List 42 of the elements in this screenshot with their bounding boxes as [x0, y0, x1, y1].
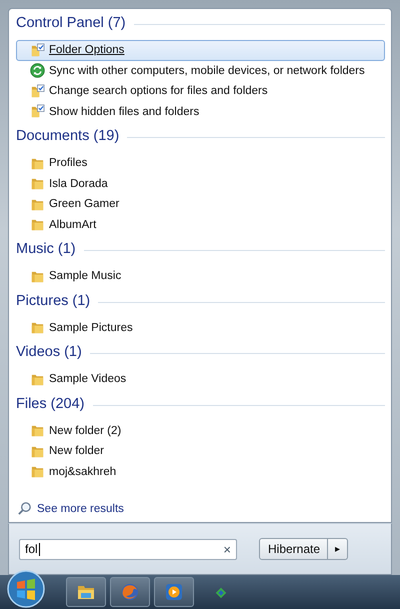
folder-options-icon	[30, 84, 45, 99]
result-item[interactable]: Change search options for files and folders	[16, 81, 385, 102]
group-heading: Control Panel (7)	[16, 14, 126, 32]
group-heading: Videos (1)	[16, 343, 82, 361]
folder-icon	[30, 423, 45, 438]
result-item[interactable]: Sample Videos	[16, 369, 385, 390]
group-heading: Pictures (1)	[16, 292, 90, 310]
taskbar-button[interactable]	[66, 577, 106, 607]
result-item[interactable]: Profiles	[16, 153, 385, 174]
result-item[interactable]: New folder	[16, 441, 385, 462]
start-button[interactable]	[6, 569, 46, 609]
network-icon	[214, 585, 228, 599]
folder-icon	[30, 464, 45, 480]
power-options-button[interactable]: ▸	[328, 538, 348, 560]
taskbar-button[interactable]	[154, 577, 194, 607]
result-item[interactable]: Green Gamer	[16, 194, 385, 214]
folder-options-icon	[30, 104, 45, 120]
group-heading: Music (1)	[16, 240, 76, 258]
folder-icon	[30, 176, 45, 192]
result-item[interactable]: Show hidden files and folders	[16, 102, 385, 122]
result-item[interactable]: Folder Options	[16, 40, 385, 60]
result-item[interactable]: Sync with other computers, mobile devices, or network folders	[16, 60, 385, 81]
taskbar-button[interactable]	[110, 577, 150, 607]
result-item[interactable]: moj&sakhreh	[16, 462, 385, 482]
search-icon	[17, 501, 32, 516]
result-item[interactable]: AlbumArt	[16, 214, 385, 235]
result-item[interactable]: Sample Music	[16, 266, 385, 286]
result-item[interactable]: Isla Dorada	[16, 174, 385, 194]
media-player-icon	[164, 582, 184, 602]
folder-icon	[30, 217, 45, 232]
folder-icon	[30, 320, 45, 336]
clear-button[interactable]: ×	[223, 542, 231, 557]
group-heading: Files (204)	[16, 394, 84, 412]
search-field[interactable]: fol ×	[19, 538, 237, 560]
hibernate-button[interactable]: Hibernate	[259, 538, 328, 560]
result-item[interactable]: Sample Pictures	[16, 318, 385, 338]
group-heading: Documents (19)	[16, 127, 120, 145]
folder-options-icon	[30, 42, 45, 58]
sync-icon	[30, 63, 45, 78]
see-more-results-link[interactable]: See more results	[16, 501, 124, 516]
globe-icon	[120, 582, 140, 602]
result-item[interactable]: New folder (2)	[16, 420, 385, 441]
